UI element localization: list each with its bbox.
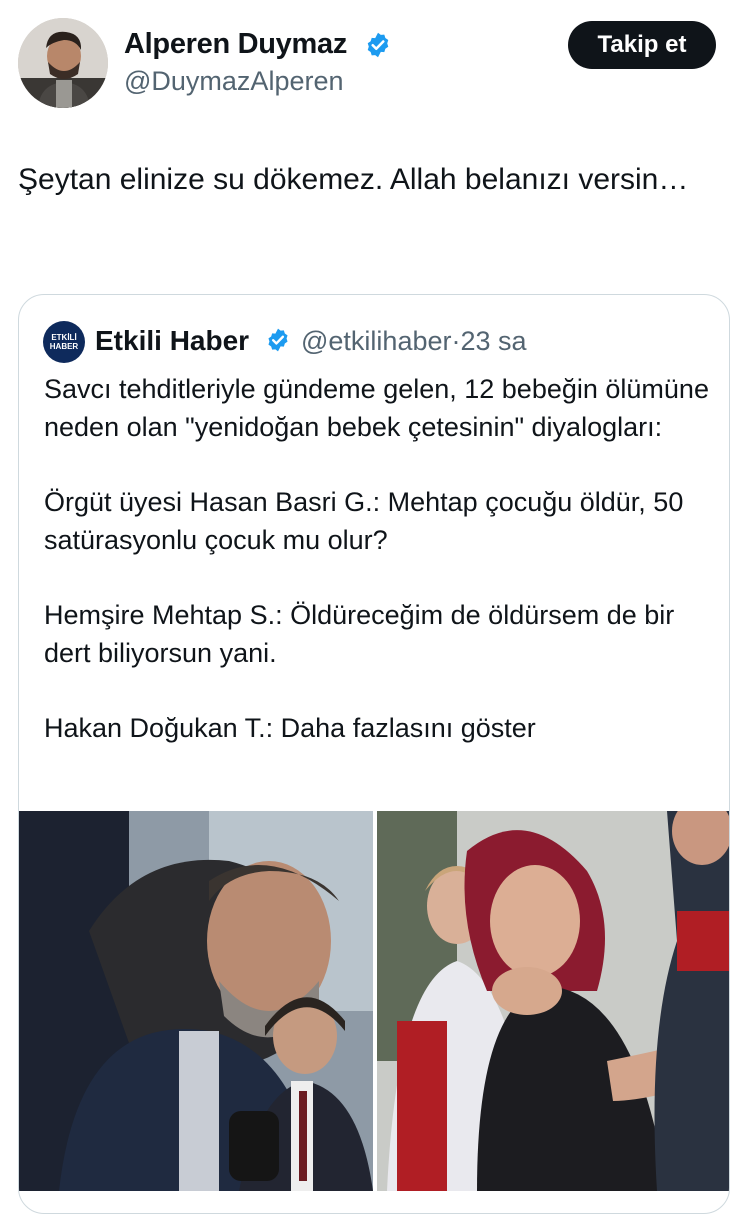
avatar[interactable] (18, 18, 108, 108)
quoted-paragraph: Savcı tehditleriyle gündeme gelen, 12 be… (44, 374, 709, 442)
author-handle[interactable]: @DuymazAlperen (124, 66, 344, 97)
quoted-meta: @etkilihaber·23 sa (301, 326, 527, 357)
quoted-timestamp[interactable]: 23 sa (460, 326, 526, 356)
author-name[interactable]: Alperen Duymaz (124, 28, 347, 61)
follow-button[interactable]: Takip et (568, 21, 716, 69)
verified-badge-icon (367, 32, 389, 58)
quoted-avatar: ETKİLİ HABER (43, 321, 85, 363)
verified-badge-icon (268, 328, 288, 352)
news-photo-man[interactable] (19, 811, 373, 1191)
media-grid (19, 811, 729, 1191)
quoted-paragraph: Hakan Doğukan T.: Daha fazlasını göster (44, 713, 536, 743)
quoted-logo-text: ETKİLİ HABER (49, 333, 79, 351)
quoted-paragraph: Örgüt üyesi Hasan Basri G.: Mehtap çocuğ… (44, 487, 684, 555)
quoted-author-name[interactable]: Etkili Haber (95, 325, 249, 357)
quoted-author-handle[interactable]: @etkilihaber (301, 326, 451, 356)
news-photo-woman[interactable] (377, 811, 729, 1191)
quoted-tweet[interactable]: ETKİLİ HABER Etkili Haber @etkilihaber·2… (18, 294, 730, 1214)
post-text: Şeytan elinize su dökemez. Allah belanız… (18, 163, 689, 196)
quoted-paragraph: Hemşire Mehtap S.: Öldüreceğim de öldürs… (44, 600, 675, 668)
quoted-text: Savcı tehditleriyle gündeme gelen, 12 be… (44, 371, 724, 748)
